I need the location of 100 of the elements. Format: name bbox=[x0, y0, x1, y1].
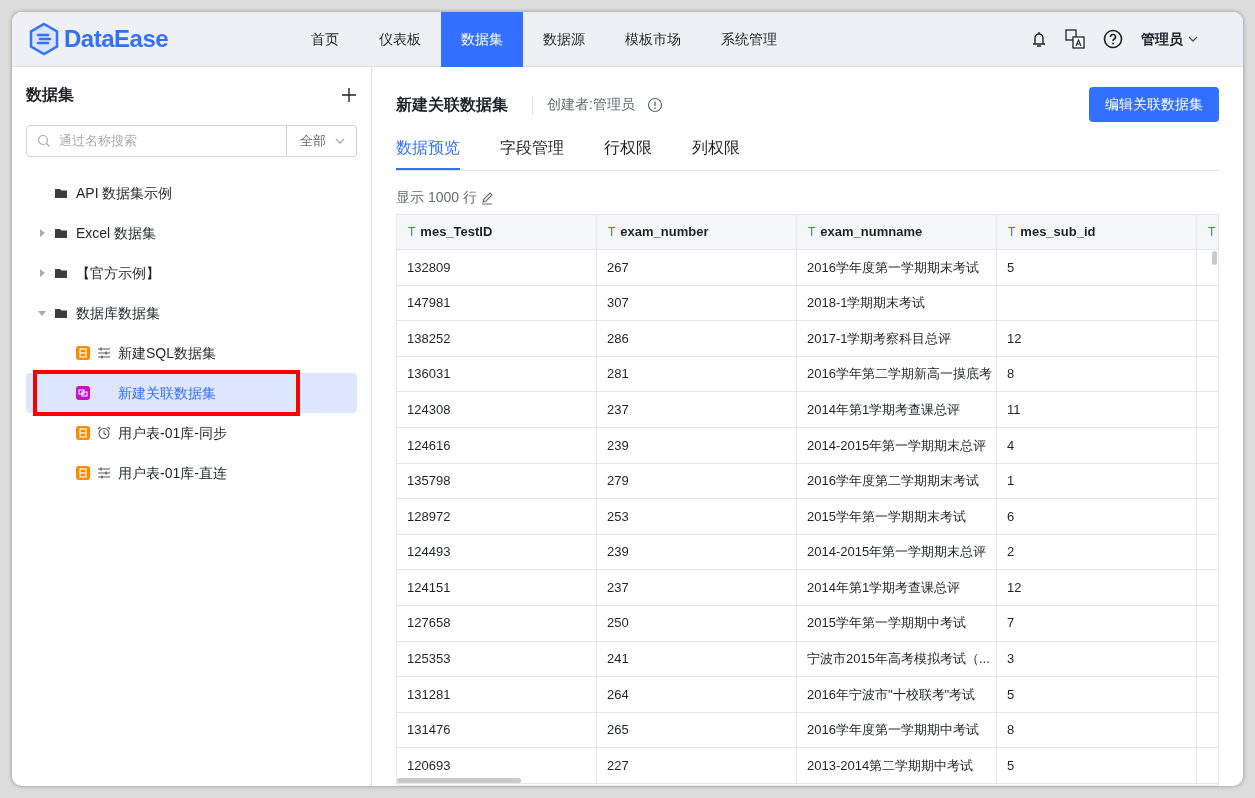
help-icon[interactable] bbox=[1103, 29, 1123, 49]
column-header[interactable]: mes_sub_id bbox=[1020, 222, 1096, 242]
table-cell: 307 bbox=[597, 285, 797, 322]
dataset-icon bbox=[76, 466, 90, 480]
table-cell: 131281 bbox=[397, 677, 597, 713]
table-cell: 2018-1学期期末考试 bbox=[797, 285, 997, 322]
plus-icon[interactable] bbox=[341, 87, 357, 103]
search-field[interactable]: 通过名称搜索 bbox=[26, 125, 287, 157]
table-cell: 253 bbox=[597, 499, 797, 535]
table-cell: 239 bbox=[597, 534, 797, 571]
tree-item[interactable]: 新建关联数据集 bbox=[26, 373, 357, 413]
table-cell: 241 bbox=[597, 641, 797, 678]
table-cell: 5 bbox=[997, 748, 1197, 784]
search-icon bbox=[37, 134, 51, 148]
nav-tab[interactable]: 数据源 bbox=[523, 12, 605, 67]
sliders-icon bbox=[97, 346, 111, 360]
table-cell: 138252 bbox=[397, 321, 597, 357]
table-cell: 227 bbox=[597, 748, 797, 784]
table-cell: 2016学年度第二学期期末考试 bbox=[797, 463, 997, 500]
column-header[interactable]: exam_numname bbox=[820, 222, 923, 242]
table-cell: 125353 bbox=[397, 641, 597, 678]
nav-tab[interactable]: 系统管理 bbox=[701, 12, 797, 67]
horizontal-scrollbar[interactable] bbox=[397, 778, 521, 783]
tree-item[interactable]: 用户表-01库-直连 bbox=[26, 453, 357, 493]
folder-icon bbox=[54, 226, 68, 240]
chevron-down-icon bbox=[1187, 35, 1199, 43]
nav-tab[interactable]: 首页 bbox=[291, 12, 359, 67]
alarm-clock-icon bbox=[97, 426, 111, 440]
translate-icon[interactable] bbox=[1065, 29, 1085, 49]
table-cell: 6 bbox=[997, 499, 1197, 535]
table-cell: 124493 bbox=[397, 534, 597, 571]
folder-icon bbox=[54, 266, 68, 280]
table-cell: 264 bbox=[597, 677, 797, 713]
table-cell: 128972 bbox=[397, 499, 597, 535]
filter-dropdown[interactable]: 全部 bbox=[287, 125, 357, 157]
table-cell: 135798 bbox=[397, 463, 597, 500]
tree-item[interactable]: 用户表-01库-同步 bbox=[26, 413, 357, 453]
table-cell: 8 bbox=[997, 356, 1197, 393]
table-cell: 2015学年第一学期期末考试 bbox=[797, 499, 997, 535]
tree-item[interactable]: 数据库数据集 bbox=[26, 293, 357, 333]
tab[interactable]: 数据预览 bbox=[396, 136, 460, 170]
sliders-icon bbox=[97, 466, 111, 480]
tree-item[interactable]: 【官方示例】 bbox=[26, 253, 357, 293]
table-cell: 11 bbox=[997, 392, 1197, 428]
table-cell: 2014年第1学期考查课总评 bbox=[797, 570, 997, 606]
dataset-title: 新建关联数据集 bbox=[396, 94, 508, 115]
table-cell: 2 bbox=[997, 534, 1197, 571]
edit-button[interactable]: 编辑关联数据集 bbox=[1089, 87, 1219, 122]
info-icon[interactable] bbox=[646, 96, 663, 113]
table-cell: 2016学年度第一学期期中考试 bbox=[797, 712, 997, 749]
table-cell: 267 bbox=[597, 250, 797, 286]
table-cell: 147981 bbox=[397, 285, 597, 322]
table-cell: 131476 bbox=[397, 712, 597, 749]
table-cell: 12 bbox=[997, 570, 1197, 606]
table-cell: 2013-2014第二学期期中考试 bbox=[797, 748, 997, 784]
chevron-down-icon bbox=[334, 137, 346, 145]
tab[interactable]: 列权限 bbox=[692, 136, 740, 170]
table-cell: 3 bbox=[997, 641, 1197, 678]
table-cell: 8 bbox=[997, 712, 1197, 749]
column-header[interactable]: exam_number bbox=[620, 222, 709, 242]
sidebar-title: 数据集 bbox=[26, 85, 74, 105]
table-cell: 265 bbox=[597, 712, 797, 749]
table-cell: 281 bbox=[597, 356, 797, 393]
tab[interactable]: 字段管理 bbox=[500, 136, 564, 170]
table-cell: 279 bbox=[597, 463, 797, 500]
folder-icon bbox=[54, 186, 68, 200]
search-input[interactable]: 通过名称搜索 bbox=[57, 130, 286, 152]
table-cell: 1 bbox=[997, 463, 1197, 500]
text-type-icon: T bbox=[808, 223, 816, 241]
dataset-icon bbox=[76, 346, 90, 360]
table-cell: 2015学年第一学期期中考试 bbox=[797, 605, 997, 642]
nav-tab[interactable]: 仪表板 bbox=[359, 12, 441, 67]
tab[interactable]: 行权限 bbox=[604, 136, 652, 170]
bell-icon[interactable] bbox=[1031, 30, 1047, 48]
table-cell: 127658 bbox=[397, 605, 597, 642]
table-cell: 2016年宁波市"十校联考"考试 bbox=[797, 677, 997, 713]
table-cell: 7 bbox=[997, 605, 1197, 642]
table-cell: 12 bbox=[997, 321, 1197, 357]
table-cell: 132809 bbox=[397, 250, 597, 286]
table-cell: 136031 bbox=[397, 356, 597, 393]
tree-item[interactable]: Excel 数据集 bbox=[26, 213, 357, 253]
tree-item[interactable]: API 数据集示例 bbox=[26, 173, 357, 213]
edit-icon[interactable] bbox=[480, 190, 493, 205]
table-cell: 2014年第1学期考查课总评 bbox=[797, 392, 997, 428]
nav-tab[interactable]: 数据集 bbox=[441, 12, 523, 67]
table-cell: 4 bbox=[997, 427, 1197, 464]
text-type-icon: T bbox=[1008, 223, 1016, 241]
nav-tab[interactable]: 模板市场 bbox=[605, 12, 701, 67]
row-limit-label: 显示 1000 行 bbox=[396, 188, 477, 207]
vertical-scrollbar[interactable] bbox=[1212, 251, 1217, 265]
dataset-icon bbox=[76, 426, 90, 440]
table-cell: 2016学年第二学期新高一摸底考 bbox=[797, 356, 997, 393]
tree-item[interactable]: 新建SQL数据集 bbox=[26, 333, 357, 373]
column-header[interactable]: mes_TestID bbox=[420, 222, 493, 242]
user-menu[interactable]: 管理员 bbox=[1141, 28, 1199, 50]
folder-icon bbox=[54, 306, 68, 320]
table-cell: 237 bbox=[597, 392, 797, 428]
table-cell: 124308 bbox=[397, 392, 597, 428]
table-cell: 宁波市2015年高考模拟考试（... bbox=[797, 641, 997, 678]
table-cell: 286 bbox=[597, 321, 797, 357]
